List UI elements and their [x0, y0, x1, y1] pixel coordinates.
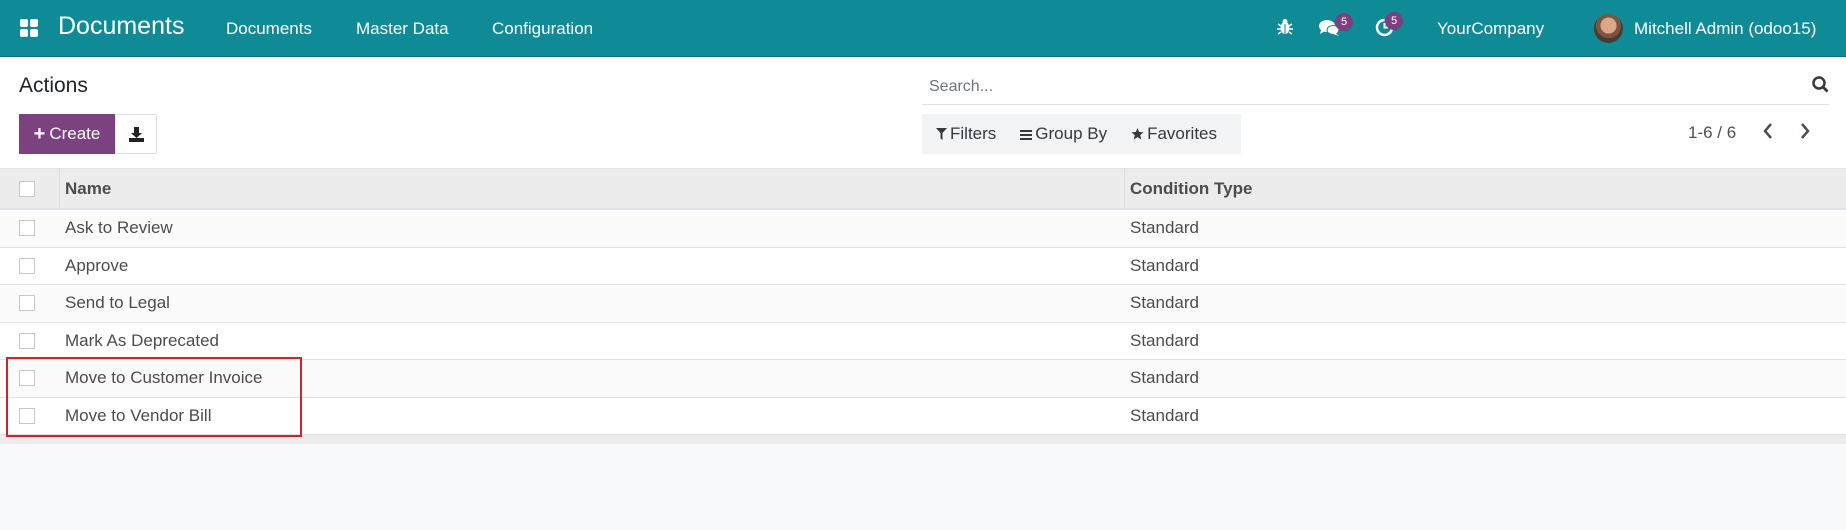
create-label: Create — [49, 124, 101, 143]
pager-previous-button[interactable] — [1758, 123, 1778, 144]
control-panel: Actions + Create Filters Group By — [0, 57, 1846, 168]
table-header: Name Condition Type — [0, 168, 1846, 210]
cell-name: Move to Vendor Bill — [65, 405, 212, 425]
top-navbar: Documents Documents Master Data Configur… — [0, 0, 1846, 57]
pager-next-button[interactable] — [1795, 123, 1815, 144]
activities-badge: 5 — [1385, 12, 1403, 30]
bars-icon — [1020, 129, 1033, 140]
chevron-left-icon — [1763, 123, 1772, 139]
table-row[interactable]: Move to Customer Invoice Standard — [0, 360, 1846, 398]
messages-badge: 5 — [1335, 13, 1353, 31]
cell-name: Send to Legal — [65, 293, 170, 312]
favorites-label: Favorites — [1147, 124, 1218, 143]
row-checkbox[interactable] — [19, 407, 35, 424]
search-options-bar: Filters Group By Favorites — [922, 114, 1241, 154]
cell-condition-type: Standard — [1130, 218, 1199, 237]
cell-name: Mark As Deprecated — [65, 330, 220, 350]
column-divider — [1124, 169, 1125, 208]
star-icon — [1131, 128, 1144, 140]
search-bar — [922, 70, 1829, 105]
row-checkbox[interactable] — [19, 370, 35, 386]
plus-icon: + — [33, 122, 46, 145]
user-menu[interactable]: Mitchell Admin (odoo15) — [1634, 19, 1816, 39]
row-checkbox[interactable] — [19, 295, 35, 311]
menu-documents[interactable]: Documents — [226, 19, 312, 39]
table-row[interactable]: Move to Vendor Bill Standard — [0, 397, 1846, 435]
search-icon[interactable] — [1812, 76, 1829, 98]
cell-condition-type: Standard — [1130, 405, 1199, 425]
download-button[interactable] — [115, 114, 157, 154]
breadcrumb-title: Actions — [19, 74, 88, 97]
cell-condition-type: Standard — [1130, 255, 1199, 275]
cell-condition-type: Standard — [1130, 330, 1199, 350]
filter-icon — [936, 128, 947, 140]
column-header-name[interactable]: Name — [65, 179, 111, 199]
column-header-condition-type[interactable]: Condition Type — [1130, 179, 1252, 199]
bug-icon[interactable] — [1277, 18, 1293, 41]
apps-grid-icon[interactable] — [20, 19, 38, 37]
cell-condition-type: Standard — [1130, 293, 1199, 312]
company-switcher[interactable]: YourCompany — [1437, 19, 1544, 39]
filters-button[interactable]: Filters — [936, 124, 996, 144]
cell-condition-type: Standard — [1130, 368, 1199, 387]
table-footer — [0, 435, 1846, 444]
cell-name: Approve — [65, 255, 129, 275]
user-avatar[interactable] — [1594, 14, 1623, 43]
menu-configuration[interactable]: Configuration — [492, 19, 593, 39]
actions-list-table: Name Condition Type Ask to Review Standar… — [0, 168, 1846, 444]
filters-label: Filters — [950, 124, 997, 143]
select-all-checkbox[interactable] — [19, 181, 35, 197]
cell-name: Move to Customer Invoice — [65, 368, 263, 387]
app-title[interactable]: Documents — [58, 12, 184, 41]
column-divider — [59, 169, 60, 208]
favorites-button[interactable]: Favorites — [1131, 124, 1217, 144]
row-checkbox[interactable] — [19, 220, 35, 236]
create-button[interactable]: + Create — [19, 114, 115, 154]
table-row[interactable]: Send to Legal Standard — [0, 285, 1846, 323]
cell-name: Ask to Review — [65, 218, 173, 237]
download-icon — [128, 126, 144, 142]
table-row[interactable]: Ask to Review Standard — [0, 210, 1846, 248]
menu-master-data[interactable]: Master Data — [356, 19, 449, 39]
table-row[interactable]: Mark As Deprecated Standard — [0, 322, 1846, 360]
group-by-button[interactable]: Group By — [1020, 124, 1107, 144]
row-checkbox[interactable] — [19, 257, 35, 274]
table-row[interactable]: Approve Standard — [0, 247, 1846, 285]
group-by-label: Group By — [1035, 124, 1108, 143]
chevron-right-icon — [1801, 123, 1810, 139]
pager-value[interactable]: 1-6 / 6 — [1688, 123, 1736, 143]
search-input[interactable] — [922, 78, 1782, 96]
row-checkbox[interactable] — [19, 332, 35, 349]
